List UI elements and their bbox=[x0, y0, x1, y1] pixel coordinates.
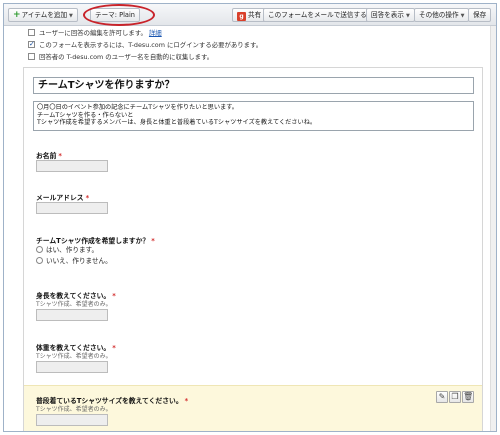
chevron-down-icon: ▼ bbox=[405, 13, 410, 19]
email-input[interactable] bbox=[36, 202, 108, 214]
question-tools: ✎ ❐ 🗑 bbox=[435, 391, 474, 403]
plus-icon: + bbox=[13, 10, 21, 20]
required-mark: * bbox=[58, 152, 62, 160]
required-mark: * bbox=[112, 292, 116, 300]
save-button[interactable]: 保存 bbox=[468, 8, 492, 22]
save-label: 保存 bbox=[473, 11, 487, 19]
email-form-label: このフォームをメールで送信する bbox=[268, 11, 367, 19]
description-line: 〇月〇日のイベント参加の記念にチームTシャツを作りたいと思います。 bbox=[37, 104, 238, 111]
radio-option-no[interactable]: いいえ、作りません。 bbox=[36, 256, 112, 267]
allow-edit-setting: ユーザーに回答の編集を許可します。 詳細 bbox=[28, 28, 262, 40]
more-actions-label: その他の操作 bbox=[419, 11, 459, 19]
description-line: チームTシャツを作る・作らないと bbox=[37, 111, 134, 119]
delete-icon[interactable]: 🗑 bbox=[462, 391, 474, 403]
description-line: Tシャツ作成を希望するメンバーは、身長と体重と普段着ているTシャツサイズを教えて… bbox=[37, 119, 317, 126]
question-weight-help: Tシャツ作成、希望者のみ。 bbox=[36, 353, 112, 360]
share-label: 共有 bbox=[248, 11, 262, 19]
details-link[interactable]: 詳細 bbox=[149, 29, 162, 37]
view-responses-button[interactable]: 回答を表示 ▼ bbox=[366, 8, 415, 22]
collect-username-setting: 回答者の T-desu.com のユーザー名を自動的に収集します。 bbox=[28, 52, 262, 64]
form-title-input[interactable]: チームTシャツを作りますか？ bbox=[33, 77, 474, 94]
toolbar: +アイテムを追加 ▼ テーマ: Plain g 共有 このフォームをメールで送信する… bbox=[4, 4, 496, 26]
question-want-tshirt-title: チームTシャツ作成を希望しますか？ * bbox=[36, 237, 155, 245]
theme-button[interactable]: テーマ: Plain bbox=[90, 8, 140, 22]
require-login-label: このフォームを表示するには、T-desu.com にログインする必要があります。 bbox=[39, 41, 263, 49]
radio-button[interactable] bbox=[36, 257, 43, 264]
form-description-input[interactable]: 〇月〇日のイベント参加の記念にチームTシャツを作りたいと思います。 チームTシャ… bbox=[33, 101, 474, 131]
question-size-block[interactable]: 普段着ているTシャツサイズを教えてください。 * Tシャツ作成、希望者のみ。 ✎ ❐… bbox=[24, 385, 482, 431]
question-size-help: Tシャツ作成、希望者のみ。 bbox=[36, 406, 112, 413]
required-mark: * bbox=[112, 344, 116, 352]
require-login-setting: このフォームを表示するには、T-desu.com にログインする必要があります。 bbox=[28, 39, 263, 52]
weight-input[interactable] bbox=[36, 361, 108, 373]
share-button[interactable]: g 共有 bbox=[232, 8, 267, 22]
email-form-button[interactable]: このフォームをメールで送信する bbox=[263, 8, 372, 22]
question-height-help: Tシャツ作成、希望者のみ。 bbox=[36, 301, 112, 308]
allow-edit-label: ユーザーに回答の編集を許可します。 bbox=[39, 29, 147, 37]
height-input[interactable] bbox=[36, 309, 108, 321]
size-input[interactable] bbox=[36, 414, 108, 426]
want-tshirt-options: はい、作ります。 いいえ、作りません。 bbox=[36, 245, 112, 267]
question-email-title: メールアドレス * bbox=[36, 194, 90, 202]
form-body: チームTシャツを作りますか？ 〇月〇日のイベント参加の記念にチームTシャツを作り… bbox=[23, 67, 483, 431]
edit-icon[interactable]: ✎ bbox=[436, 391, 448, 403]
collect-username-checkbox[interactable] bbox=[28, 53, 35, 60]
form-settings: ユーザーに回答の編集を許可します。 詳細 このフォームを表示するには、T-des… bbox=[28, 28, 262, 64]
scrollbar[interactable] bbox=[490, 26, 496, 431]
require-login-checkbox[interactable] bbox=[28, 39, 35, 50]
radio-button[interactable] bbox=[36, 246, 43, 253]
view-responses-label: 回答を表示 bbox=[371, 11, 404, 19]
required-mark: * bbox=[151, 237, 155, 245]
more-actions-button[interactable]: その他の操作 ▼ bbox=[414, 8, 470, 22]
theme-label: テーマ: Plain bbox=[95, 11, 135, 19]
duplicate-icon[interactable]: ❐ bbox=[449, 391, 461, 403]
name-input[interactable] bbox=[36, 160, 108, 172]
add-item-button[interactable]: +アイテムを追加 ▼ bbox=[8, 8, 78, 22]
question-name-title: お名前 * bbox=[36, 152, 62, 160]
allow-edit-checkbox[interactable] bbox=[28, 29, 35, 36]
chevron-down-icon: ▼ bbox=[460, 13, 465, 19]
share-icon: g bbox=[237, 12, 246, 21]
required-mark: * bbox=[85, 194, 90, 202]
add-item-label: アイテムを追加 bbox=[21, 11, 68, 19]
chevron-down-icon: ▼ bbox=[69, 13, 73, 19]
required-mark: * bbox=[184, 397, 189, 405]
form-editor-window: +アイテムを追加 ▼ テーマ: Plain g 共有 このフォームをメールで送信する… bbox=[3, 3, 497, 432]
collect-username-label: 回答者の T-desu.com のユーザー名を自動的に収集します。 bbox=[39, 53, 214, 61]
radio-option-yes[interactable]: はい、作ります。 bbox=[36, 245, 112, 256]
